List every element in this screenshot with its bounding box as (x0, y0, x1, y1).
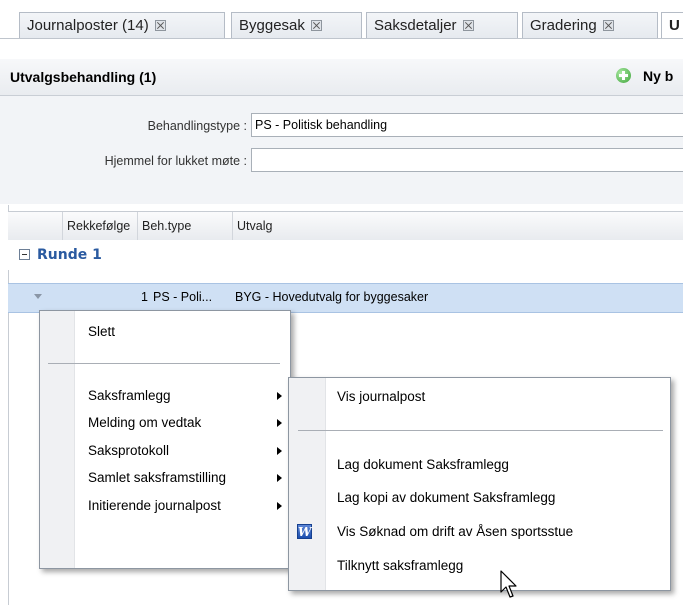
group-label: Runde 1 (37, 247, 102, 263)
hjemmel-label: Hjemmel for lukket møte : (104, 154, 247, 168)
submenu-item-lag-kopi[interactable]: Lag kopi av dokument Saksframlegg (289, 484, 670, 511)
menu-item-label: Vis journalpost (337, 389, 426, 404)
menu-item-label: Lag kopi av dokument Saksframlegg (337, 490, 556, 505)
column-utvalg[interactable]: Utvalg (232, 212, 532, 240)
menu-item-label: Saksprotokoll (88, 443, 170, 458)
tab-utvalg[interactable]: U (661, 12, 683, 38)
submenu-item-vis-soknad[interactable]: W Vis Søknad om drift av Åsen sportsstue (289, 518, 670, 545)
add-icon (616, 68, 631, 83)
word-icon: W (297, 524, 312, 539)
menu-item-slett[interactable]: Slett (40, 318, 290, 345)
tab-label: Byggesak (239, 17, 305, 34)
panel-header: Utvalgsbehandling (1) Ny b (0, 59, 683, 96)
menu-item-saksframlegg[interactable]: Saksframlegg (40, 382, 290, 409)
close-icon[interactable] (310, 20, 322, 31)
column-behtype[interactable]: Beh.type (137, 212, 218, 240)
cell-behtype: PS - Poli... (153, 290, 213, 304)
chevron-right-icon (277, 392, 282, 400)
mouse-cursor-icon (500, 570, 517, 598)
menu-item-label: Samlet saksframstilling (88, 470, 227, 485)
tab-label: Saksdetaljer (374, 17, 457, 34)
menu-item-label: Tilknytt saksframlegg (337, 558, 464, 573)
collapse-icon[interactable] (19, 249, 30, 260)
tab-journalposter[interactable]: Journalposter (14) (19, 12, 225, 38)
context-menu: Slett Saksframlegg Melding om vedtak Sak… (39, 310, 291, 569)
group-header: Runde 1 (8, 240, 683, 270)
close-icon[interactable] (462, 20, 474, 31)
tab-gradering[interactable]: Gradering (522, 12, 658, 38)
treatment-form: Behandlingstype : PS - Politisk behandli… (0, 96, 683, 204)
submenu-item-vis-journalpost[interactable]: Vis journalpost (289, 383, 670, 410)
submenu-item-tilknytt-saksframlegg[interactable]: Tilknytt saksframlegg (289, 552, 670, 579)
submenu-item-lag-dokument[interactable]: Lag dokument Saksframlegg (289, 451, 670, 478)
column-rekkefolge[interactable]: Rekkefølge (62, 212, 137, 240)
menu-item-melding-om-vedtak[interactable]: Melding om vedtak (40, 409, 290, 436)
chevron-right-icon (277, 419, 282, 427)
submenu-saksframlegg: Vis journalpost Lag dokument Saksframleg… (288, 377, 671, 591)
menu-item-saksprotokoll[interactable]: Saksprotokoll (40, 437, 290, 464)
tab-label: U (669, 17, 680, 34)
menu-separator (48, 363, 280, 364)
tab-label: Journalposter (14) (27, 17, 149, 34)
menu-item-label: Lag dokument Saksframlegg (337, 457, 509, 472)
chevron-right-icon (277, 474, 282, 482)
menu-item-samlet-saksframstilling[interactable]: Samlet saksframstilling (40, 464, 290, 491)
row-expander-icon[interactable] (34, 294, 42, 299)
menu-item-label: Vis Søknad om drift av Åsen sportsstue (337, 524, 574, 539)
tab-bar: Journalposter (14) Byggesak Saksdetaljer… (0, 0, 683, 39)
menu-item-label: Melding om vedtak (88, 415, 202, 430)
table-row[interactable]: 1 PS - Poli... BYG - Hovedutvalg for byg… (8, 283, 683, 313)
cell-utvalg: BYG - Hovedutvalg for byggesaker (235, 290, 429, 304)
chevron-right-icon (277, 502, 282, 510)
menu-item-label: Initierende journalpost (88, 498, 221, 513)
behandlingstype-field[interactable]: PS - Politisk behandling (251, 113, 683, 137)
tab-saksdetaljer[interactable]: Saksdetaljer (366, 12, 518, 38)
new-button[interactable]: Ny b (616, 68, 673, 84)
behandlingstype-label: Behandlingstype : (147, 119, 247, 133)
new-button-label: Ny b (643, 68, 674, 84)
chevron-right-icon (277, 447, 282, 455)
cell-rekkefolge: 1 (141, 290, 148, 304)
grid-header: Rekkefølge Beh.type Utvalg (8, 211, 683, 241)
panel-title: Utvalgsbehandling (1) (10, 69, 157, 85)
close-icon[interactable] (602, 20, 614, 31)
tab-label: Gradering (530, 17, 597, 34)
close-icon[interactable] (154, 20, 166, 31)
tab-byggesak[interactable]: Byggesak (231, 12, 362, 38)
hjemmel-field[interactable] (251, 148, 683, 172)
menu-item-label: Saksframlegg (88, 388, 171, 403)
menu-item-initierende-journalpost[interactable]: Initierende journalpost (40, 492, 290, 519)
menu-separator (298, 430, 663, 431)
menu-item-label: Slett (88, 324, 116, 339)
